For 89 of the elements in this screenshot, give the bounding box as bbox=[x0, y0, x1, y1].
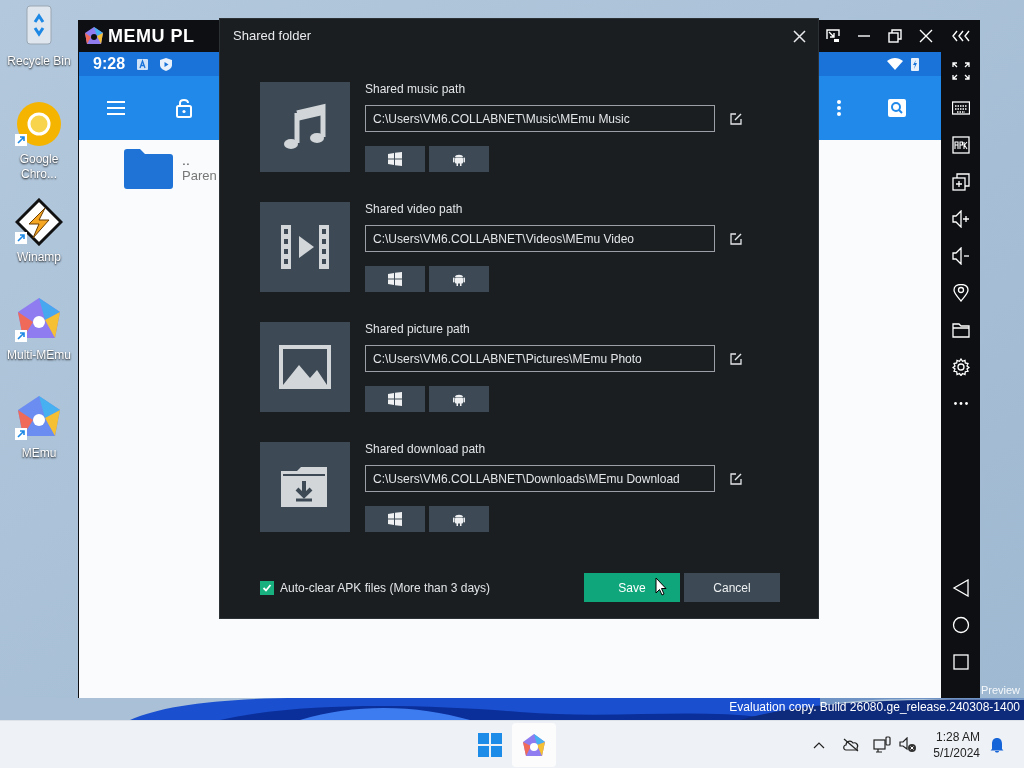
robot-icon bbox=[453, 392, 465, 406]
path-label: Shared picture path bbox=[365, 322, 471, 338]
android-button[interactable] bbox=[429, 506, 489, 532]
edit-path-button[interactable] bbox=[729, 472, 742, 485]
speaker-muted-icon bbox=[899, 736, 918, 753]
bell-icon bbox=[990, 736, 1004, 753]
folder-icon bbox=[951, 320, 970, 339]
more-vertical-icon bbox=[837, 100, 841, 116]
edit-path-button[interactable] bbox=[729, 232, 742, 245]
battery-charging-icon bbox=[911, 57, 919, 71]
window-panes-icon bbox=[388, 512, 402, 526]
mouse-pointer-icon bbox=[655, 577, 667, 596]
pentagon-icon[interactable] bbox=[15, 394, 63, 442]
path-label: Shared music path bbox=[365, 82, 467, 98]
checkbox-label[interactable]: Auto-clear APK files (More than 3 days) bbox=[280, 578, 491, 597]
cancel-button[interactable]: Cancel bbox=[684, 573, 780, 602]
file-name[interactable]: .. bbox=[182, 153, 217, 167]
build-info-text: Evaluation copy. Build 26080.ge_release.240308-1400 bbox=[729, 699, 1020, 715]
back-icon bbox=[951, 578, 970, 597]
dialog-title: Shared folder bbox=[233, 27, 312, 46]
shield-play-icon bbox=[160, 57, 173, 71]
menu-icon bbox=[107, 101, 125, 115]
path-input[interactable]: C:\Users\VM6.COLLABNET\Downloads\MEmu Download bbox=[365, 465, 715, 492]
status-time: 9:28 bbox=[93, 54, 126, 74]
resize-icon bbox=[825, 29, 840, 43]
file-detail: Paren bbox=[182, 167, 217, 185]
clock[interactable]: 1:28 AM 5/1/2024 bbox=[933, 728, 980, 761]
add-window-icon bbox=[951, 172, 970, 191]
edit-path-button[interactable] bbox=[729, 352, 742, 365]
windows-button[interactable] bbox=[365, 386, 425, 412]
cloud-off-icon bbox=[842, 737, 861, 752]
lock-icon bbox=[176, 98, 192, 118]
windows-button[interactable] bbox=[365, 506, 425, 532]
edit-path-button[interactable] bbox=[729, 112, 742, 125]
robot-icon bbox=[453, 512, 465, 526]
apk-file-icon bbox=[951, 135, 970, 154]
volume-up-icon bbox=[951, 209, 970, 228]
edition-text: Preview bbox=[980, 684, 1020, 697]
edit-icon bbox=[729, 232, 742, 245]
windows-button[interactable] bbox=[365, 266, 425, 292]
android-button[interactable] bbox=[429, 266, 489, 292]
window-panes-icon bbox=[388, 152, 402, 166]
home-icon bbox=[951, 615, 970, 634]
window-panes-icon bbox=[388, 272, 402, 286]
lightning-icon[interactable] bbox=[15, 198, 63, 246]
search-icon bbox=[888, 99, 906, 117]
a-badge-icon bbox=[137, 58, 149, 70]
close-button[interactable] bbox=[790, 27, 808, 45]
path-input[interactable]: C:\Users\VM6.COLLABNET\Videos\MEmu Video bbox=[365, 225, 715, 252]
path-label: Shared download path bbox=[365, 442, 487, 458]
volume-down-icon bbox=[951, 246, 970, 265]
taskbar-app-button[interactable] bbox=[512, 723, 556, 767]
restore-icon bbox=[887, 29, 902, 43]
more-horizontal-icon bbox=[953, 402, 968, 405]
edit-icon bbox=[729, 112, 742, 125]
clock-time: 1:28 AM bbox=[935, 728, 980, 745]
triple-chevron-icon bbox=[951, 30, 970, 42]
windows-button[interactable] bbox=[365, 146, 425, 172]
path-input[interactable]: C:\Users\VM6.COLLABNET\Pictures\MEmu Photo bbox=[365, 345, 715, 372]
android-button[interactable] bbox=[429, 146, 489, 172]
network-icon bbox=[873, 735, 892, 754]
start-icon bbox=[478, 733, 502, 757]
robot-icon bbox=[453, 272, 465, 286]
pentagon-icon[interactable] bbox=[15, 296, 63, 344]
app-logo-text: MEMU PL bbox=[108, 24, 195, 48]
settings-icon bbox=[951, 357, 970, 376]
search-button[interactable] bbox=[888, 99, 906, 117]
network-button[interactable] bbox=[871, 733, 894, 756]
edit-icon bbox=[729, 472, 742, 485]
expand-icon bbox=[951, 61, 970, 80]
keyboard-icon bbox=[951, 98, 970, 117]
wifi-icon bbox=[887, 58, 903, 70]
recents-icon bbox=[951, 652, 970, 671]
chevron-up-icon bbox=[813, 740, 826, 749]
close-icon bbox=[792, 29, 806, 43]
android-button[interactable] bbox=[429, 386, 489, 412]
checkbox[interactable] bbox=[260, 580, 274, 595]
folder-icon bbox=[122, 148, 174, 190]
pentagon-icon bbox=[522, 733, 546, 757]
close-icon bbox=[918, 29, 933, 43]
clock-date: 5/1/2024 bbox=[933, 744, 980, 761]
location-pin-icon bbox=[951, 283, 970, 302]
pentagon-icon bbox=[84, 26, 104, 46]
path-label: Shared video path bbox=[365, 202, 464, 218]
lock-button[interactable] bbox=[173, 97, 195, 119]
robot-icon bbox=[453, 152, 465, 166]
window-panes-icon bbox=[388, 392, 402, 406]
path-input[interactable]: C:\Users\VM6.COLLABNET\Music\MEmu Music bbox=[365, 105, 715, 132]
edit-icon bbox=[729, 352, 742, 365]
